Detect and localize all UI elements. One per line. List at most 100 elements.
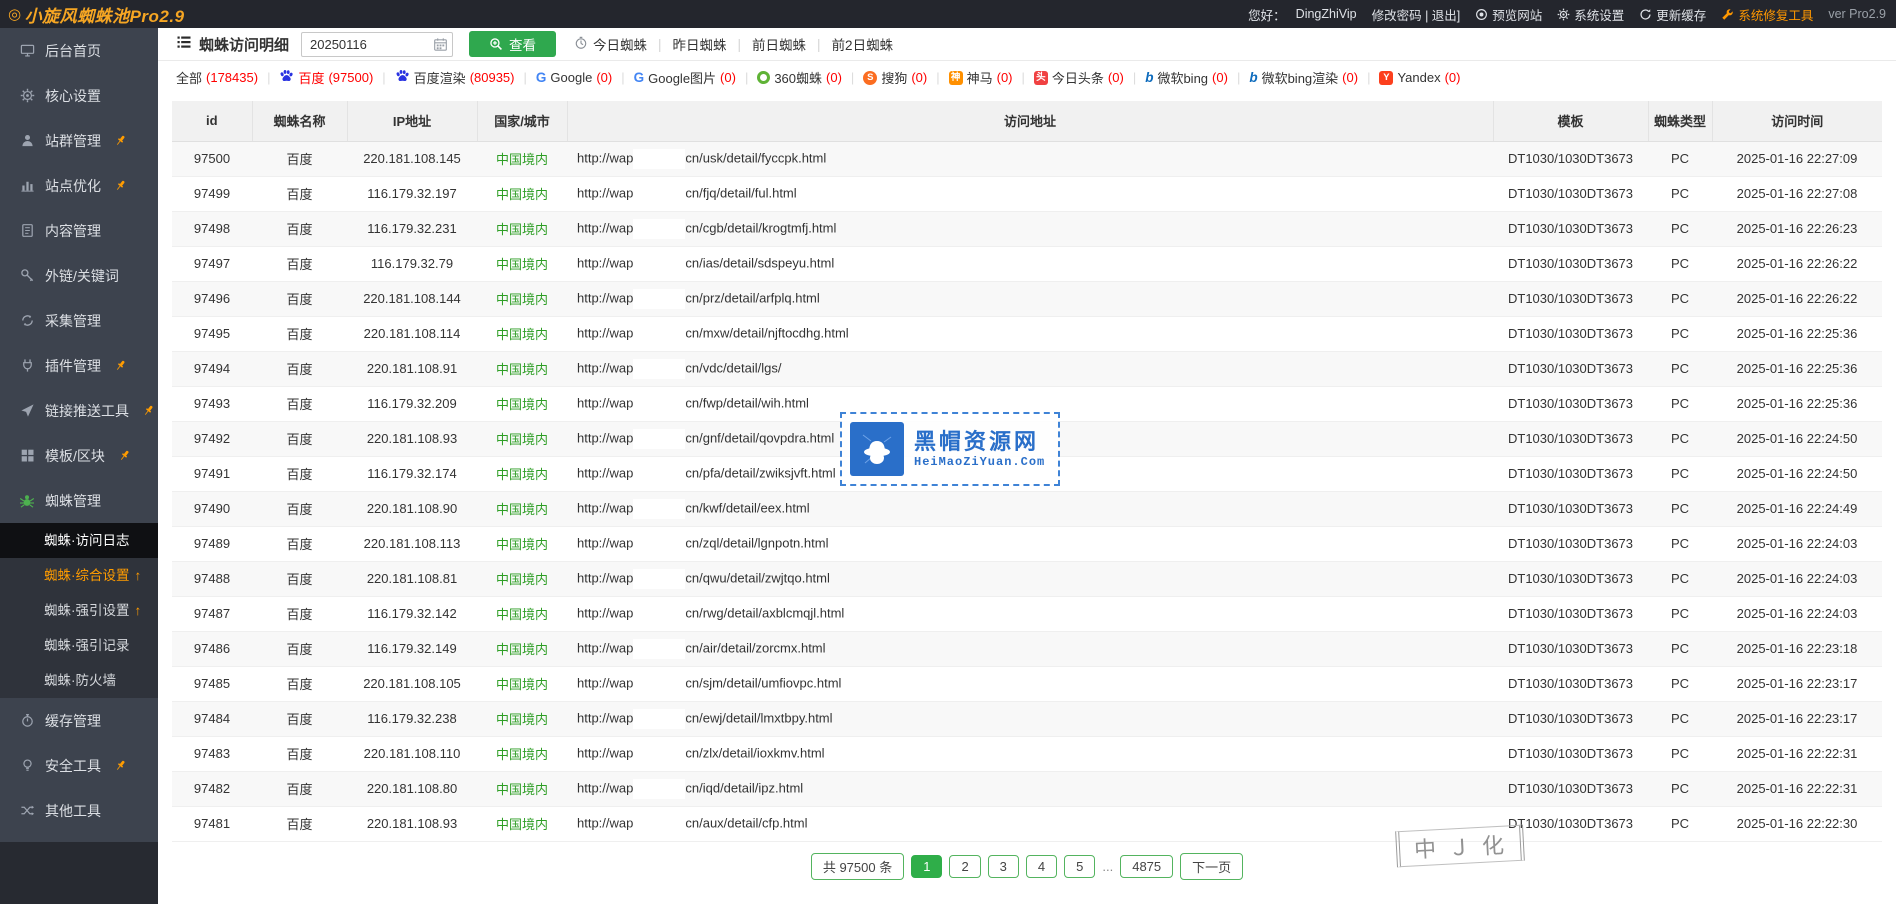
cell-id: 97489 [172,526,252,561]
submenu-item-4[interactable]: 蜘蛛·防火墙 [0,663,158,698]
quick-links: 今日蜘蛛|昨日蜘蛛|前日蜘蛛|前2日蜘蛛 [574,34,893,54]
cell-ip: 220.181.108.105 [347,666,477,701]
cell-template: DT1030/1030DT3673 [1493,351,1648,386]
calendar-icon[interactable] [433,37,448,55]
cell-spider-type: PC [1648,666,1712,701]
cell-visit-time: 2025-01-16 22:24:03 [1712,561,1882,596]
filter-全部[interactable]: 全部(178435) [176,68,258,87]
filter-搜狗[interactable]: S搜狗(0) [863,68,927,87]
cell-url: http://wapcn/fjq/detail/ful.html [567,176,1493,211]
sidebar-item-3[interactable]: 站点优化 [0,163,158,208]
cell-visit-time: 2025-01-16 22:25:36 [1712,316,1882,351]
up-arrow-icon: ↑ [135,568,142,583]
cell-visit-time: 2025-01-16 22:27:09 [1712,141,1882,176]
sidebar-item-1[interactable]: 核心设置 [0,73,158,118]
filter-Google[interactable]: GGoogle(0) [536,70,612,85]
next-page-button[interactable]: 下一页 [1180,853,1243,880]
cell-template: DT1030/1030DT3673 [1493,771,1648,806]
cell-spider-name: 百度 [252,666,347,701]
filter-count: (0) [596,70,612,85]
sidebar-item-0[interactable]: 后台首页 [0,28,158,73]
cell-spider-type: PC [1648,281,1712,316]
view-button[interactable]: 查看 [469,31,556,57]
sidebar-item-6[interactable]: 采集管理 [0,298,158,343]
url-tail: cn/mxw/detail/njftocdhg.html [685,325,848,340]
filter-label: 微软bing [1157,68,1208,87]
repair-tool-link[interactable]: 系统修复工具 [1721,5,1813,24]
pin-icon [114,134,127,147]
quick-link-2[interactable]: 前日蜘蛛 [752,34,806,54]
cell-template: DT1030/1030DT3673 [1493,701,1648,736]
submenu-item-0[interactable]: 蜘蛛·访问日志 [0,523,158,558]
url-tail: cn/prz/detail/arfplq.html [685,290,819,305]
filter-百度[interactable]: 百度(97500) [279,68,373,87]
sidebar-item-12[interactable]: 安全工具 [0,743,158,788]
cell-id: 97483 [172,736,252,771]
page-button-4[interactable]: 4 [1026,855,1057,878]
filter-360蜘蛛[interactable]: 360蜘蛛(0) [757,68,842,87]
filter-百度渲染[interactable]: 百度渲染(80935) [395,68,515,87]
sidebar-item-label: 核心设置 [45,86,101,106]
cell-id: 97499 [172,176,252,211]
sidebar-item-9[interactable]: 模板/区块 [0,433,158,478]
separator: | [621,70,624,85]
filter-Yandex[interactable]: YYandex(0) [1379,70,1460,85]
cell-spider-name: 百度 [252,736,347,771]
sidebar-item-5[interactable]: 外链/关键词 [0,253,158,298]
cell-spider-name: 百度 [252,491,347,526]
cell-template: DT1030/1030DT3673 [1493,421,1648,456]
cell-visit-time: 2025-01-16 22:26:22 [1712,281,1882,316]
cell-url: http://wapcn/ewj/detail/lmxtbpy.html [567,701,1493,736]
sidebar-item-4[interactable]: 内容管理 [0,208,158,253]
page-button-1[interactable]: 1 [911,855,942,878]
url-tail: cn/aux/detail/cfp.html [685,815,807,830]
quick-link-1[interactable]: 昨日蜘蛛 [673,34,727,54]
sidebar-item-13[interactable]: 其他工具 [0,788,158,833]
cell-region: 中国境内 [477,806,567,841]
cell-spider-type: PC [1648,456,1712,491]
submenu-item-2[interactable]: 蜘蛛·强引设置↑ [0,593,158,628]
update-cache-link[interactable]: 更新缓存 [1639,5,1706,24]
table-row: 97489百度220.181.108.113中国境内http://wapcn/z… [172,526,1882,561]
account-links[interactable]: 修改密码 | 退出] [1372,5,1461,24]
sidebar-item-11[interactable]: 缓存管理 [0,698,158,743]
cell-url: http://wapcn/aux/detail/cfp.html [567,806,1493,841]
refresh-icon [1639,8,1652,21]
system-settings-link[interactable]: 系统设置 [1557,5,1624,24]
cell-id: 97490 [172,491,252,526]
submenu-item-1[interactable]: 蜘蛛·综合设置↑ [0,558,158,593]
sidebar-item-2[interactable]: 站群管理 [0,118,158,163]
filter-今日头条[interactable]: 头今日头条(0) [1034,68,1124,87]
cell-url: http://wapcn/rwg/detail/axblcmqjl.html [567,596,1493,631]
cell-ip: 116.179.32.231 [347,211,477,246]
submenu-item-3[interactable]: 蜘蛛·强引记录 [0,628,158,663]
sidebar-item-7[interactable]: 插件管理 [0,343,158,388]
page-ellipsis: ... [1102,859,1113,874]
preview-site-link[interactable]: 预览网站 [1475,5,1542,24]
filter-神马[interactable]: 神神马(0) [949,68,1013,87]
page-button-3[interactable]: 3 [988,855,1019,878]
sidebar-item-label: 后台首页 [45,41,101,61]
cell-spider-name: 百度 [252,351,347,386]
quick-link-3[interactable]: 前2日蜘蛛 [832,34,894,54]
filter-label: Google [550,70,592,85]
cell-id: 97493 [172,386,252,421]
cell-spider-type: PC [1648,211,1712,246]
cell-visit-time: 2025-01-16 22:27:08 [1712,176,1882,211]
page-button-5[interactable]: 5 [1064,855,1095,878]
filter-label: 神马 [967,68,993,87]
separator: | [658,37,662,52]
sidebar-item-10[interactable]: 蜘蛛管理 [0,478,158,523]
filter-微软bing[interactable]: b微软bing(0) [1145,68,1228,87]
region-label: 中国境内 [496,677,548,692]
filter-Google图片[interactable]: GGoogle图片(0) [634,68,736,87]
cell-ip: 220.181.108.110 [347,736,477,771]
filter-微软bing渲染[interactable]: b微软bing渲染(0) [1249,68,1358,87]
sidebar-item-8[interactable]: 链接推送工具 [0,388,158,433]
page-button-last[interactable]: 4875 [1120,855,1173,878]
quick-link-0[interactable]: 今日蜘蛛 [574,34,647,54]
region-label: 中国境内 [496,607,548,622]
date-input[interactable] [301,32,453,57]
page-button-2[interactable]: 2 [949,855,980,878]
cell-ip: 220.181.108.90 [347,491,477,526]
